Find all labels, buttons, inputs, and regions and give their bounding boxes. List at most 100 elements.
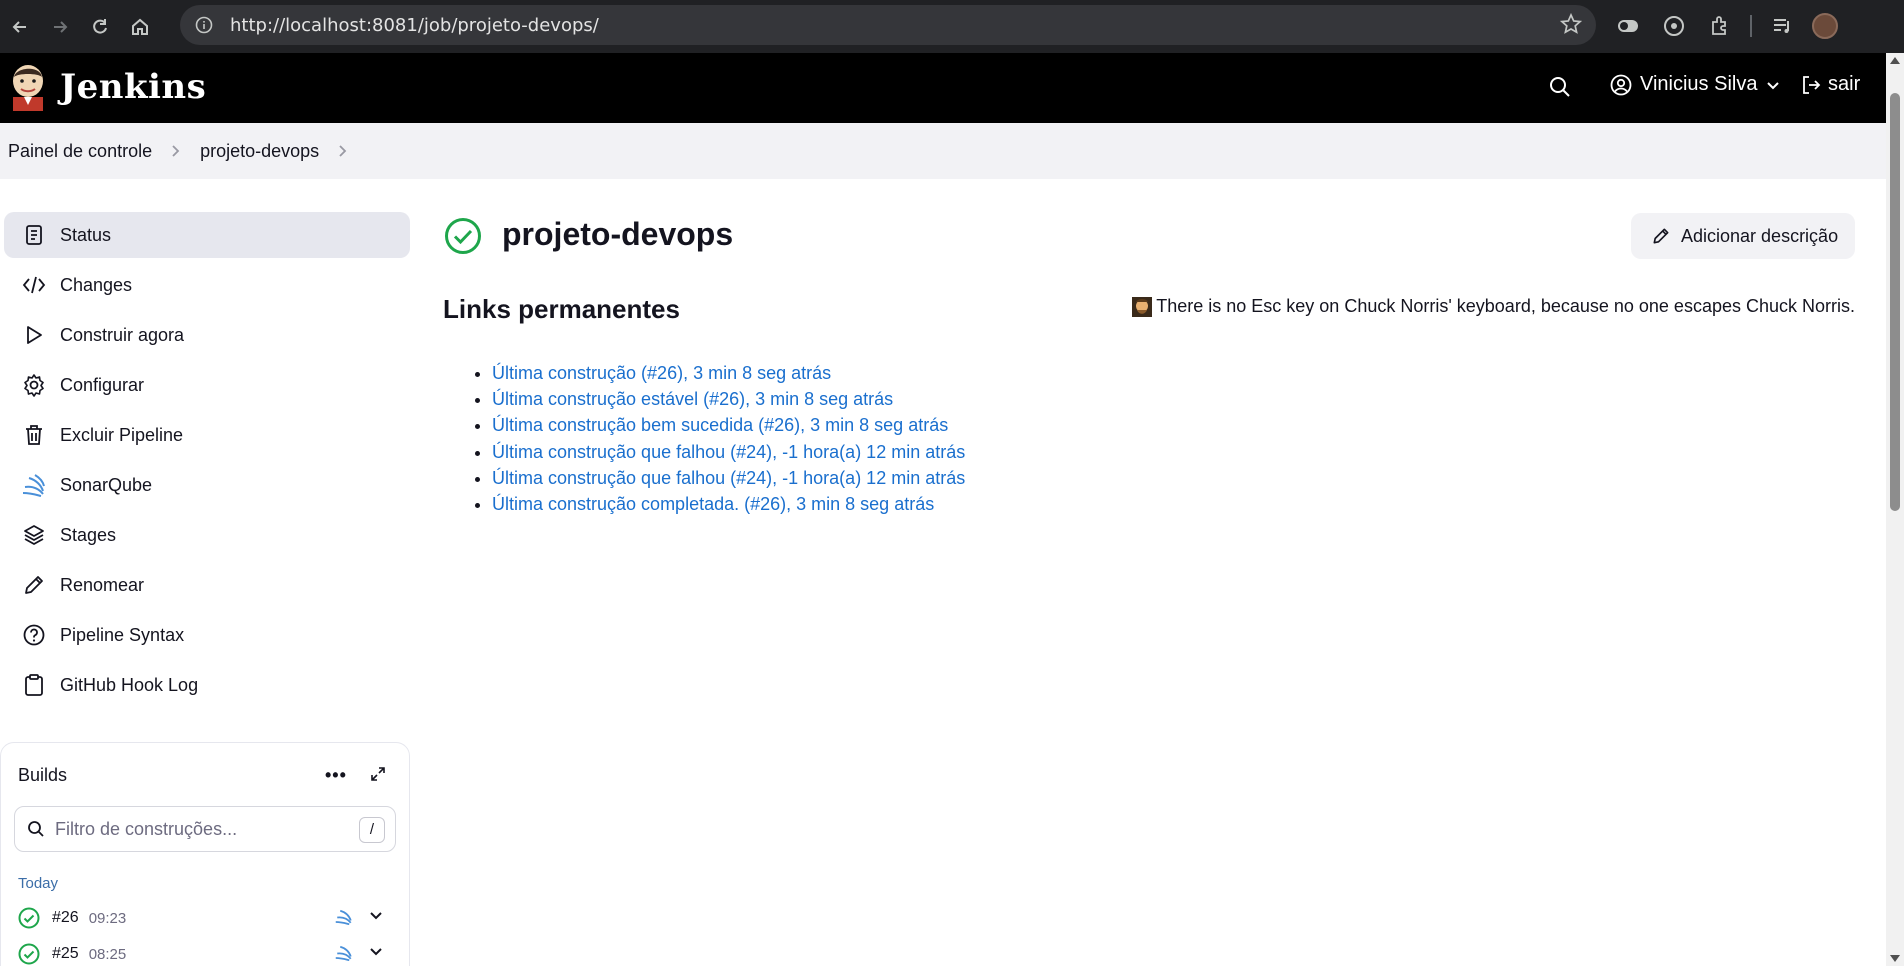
chevron-down-icon[interactable] [368,907,384,928]
arrow-left-icon [12,20,26,33]
user-menu[interactable]: Vinicius Silva [1610,73,1781,96]
pencil-icon [1651,226,1671,246]
breadcrumb: Painel de controle projeto-devops [0,123,1886,179]
add-description-button[interactable]: Adicionar descrição [1631,213,1855,259]
build-filter-input[interactable] [55,818,345,840]
success-check-icon [18,943,40,965]
chevron-right-icon[interactable] [337,144,349,158]
permalinks-title: Links permanentes [443,294,680,324]
sidebar-item-label: Changes [60,274,133,295]
user-circle-icon [1610,74,1632,95]
user-name: Vinicius Silva [1640,73,1758,95]
extension-toggle-icon[interactable] [1612,10,1644,42]
sonarqube-icon[interactable] [334,907,354,930]
browser-toolbar: http://localhost:8081/job/projeto-devops… [0,0,1904,53]
sidebar: Status Changes Construir agora Configura… [4,212,410,712]
success-check-icon [18,907,40,929]
expand-icon[interactable] [369,765,387,788]
browser-profile-avatar[interactable] [1812,13,1838,39]
list-item: Última construção estável (#26), 3 min 8… [492,386,965,412]
jenkins-logo[interactable] [8,63,48,113]
sidebar-item-pipeline-syntax[interactable]: Pipeline Syntax [4,612,410,658]
gear-icon [20,371,48,399]
pencil-icon [20,571,48,599]
logout-link[interactable]: sair [1800,73,1860,96]
chevron-right-icon[interactable] [170,144,182,158]
builds-title: Builds [18,765,68,785]
forward-button[interactable] [42,9,78,45]
build-filter[interactable]: / [14,806,396,852]
url-text: http://localhost:8081/job/projeto-devops… [230,14,599,36]
document-icon [20,221,48,249]
sidebar-item-status[interactable]: Status [4,212,410,258]
sonarqube-icon[interactable] [334,943,354,966]
permalink-last-build[interactable]: Última construção (#26), 3 min 8 seg atr… [492,363,831,383]
logout-icon [1803,75,1821,94]
search-icon [28,821,44,837]
reload-button[interactable] [82,9,118,45]
sidebar-item-label: GitHub Hook Log [60,674,199,695]
list-item: Última construção que falhou (#24), -1 h… [492,439,965,465]
permalink-last-successful[interactable]: Última construção bem sucedida (#26), 3 … [492,415,948,435]
code-icon [20,271,48,299]
sidebar-item-label: Excluir Pipeline [60,424,184,445]
build-time: 08:25 [88,945,127,963]
build-number[interactable]: #25 [52,945,79,963]
breadcrumb-item-dashboard[interactable]: Painel de controle [8,141,152,162]
sidebar-item-changes[interactable]: Changes [4,262,410,308]
success-check-icon [445,218,481,254]
permalink-last-unsuccessful[interactable]: Última construção que falhou (#24), -1 h… [492,468,965,488]
permalink-last-stable[interactable]: Última construção estável (#26), 3 min 8… [492,389,893,409]
more-options-icon[interactable]: ••• [325,765,347,786]
home-button[interactable] [122,9,158,45]
search-icon[interactable] [1548,75,1572,104]
sonarqube-icon [20,471,48,499]
play-icon [20,321,48,349]
scroll-up-arrow[interactable] [1890,57,1900,64]
media-control-icon[interactable] [1766,10,1798,42]
list-item: Última construção (#26), 3 min 8 seg atr… [492,360,965,386]
bookmark-star-icon[interactable] [1559,12,1583,40]
scroll-down-arrow[interactable] [1890,955,1900,962]
sidebar-item-build-now[interactable]: Construir agora [4,312,410,358]
sidebar-item-configure[interactable]: Configurar [4,362,410,408]
extensions-puzzle-icon[interactable] [1704,10,1736,42]
breadcrumb-item-project[interactable]: projeto-devops [200,141,319,162]
sidebar-item-label: SonarQube [60,474,153,495]
sidebar-item-github-hook-log[interactable]: GitHub Hook Log [4,662,410,708]
build-number[interactable]: #26 [52,909,79,927]
chevron-down-icon[interactable] [368,943,384,964]
jenkins-brand[interactable]: Jenkins [60,67,206,107]
trash-icon [20,421,48,449]
permalink-last-completed[interactable]: Última construção completada. (#26), 3 m… [492,494,934,514]
logout-label: sair [1828,73,1861,95]
scrollbar-thumb[interactable] [1890,93,1900,511]
sidebar-item-label: Stages [60,524,117,545]
shortcut-hint: / [359,817,385,843]
page-scrollbar[interactable] [1886,53,1904,966]
add-description-label: Adicionar descrição [1681,225,1839,246]
list-item: Última construção que falhou (#24), -1 h… [492,465,965,491]
chuck-quote-text: There is no Esc key on Chuck Norris' key… [1156,296,1855,316]
back-button[interactable] [2,9,38,45]
build-time: 09:23 [88,909,127,927]
build-row[interactable]: #25 08:25 [18,939,398,966]
list-item: Última construção bem sucedida (#26), 3 … [492,412,965,438]
address-bar[interactable]: http://localhost:8081/job/projeto-devops… [180,5,1596,45]
chuck-norris-avatar [1132,296,1153,317]
site-info-icon[interactable] [192,13,216,37]
home-icon [132,18,148,35]
help-icon [20,621,48,649]
extension-circle-icon[interactable] [1658,10,1690,42]
chevron-down-icon [1767,81,1780,89]
arrow-right-icon [54,20,68,33]
build-row[interactable]: #26 09:23 [18,903,398,933]
sidebar-item-rename[interactable]: Renomear [4,562,410,608]
sidebar-item-label: Renomear [60,574,145,595]
builds-group-label: Today [18,875,59,892]
sidebar-item-stages[interactable]: Stages [4,512,410,558]
permalink-last-failed[interactable]: Última construção que falhou (#24), -1 h… [492,442,965,462]
sidebar-item-sonarqube[interactable]: SonarQube [4,462,410,508]
toolbar-divider [1750,15,1752,37]
sidebar-item-delete-pipeline[interactable]: Excluir Pipeline [4,412,410,458]
